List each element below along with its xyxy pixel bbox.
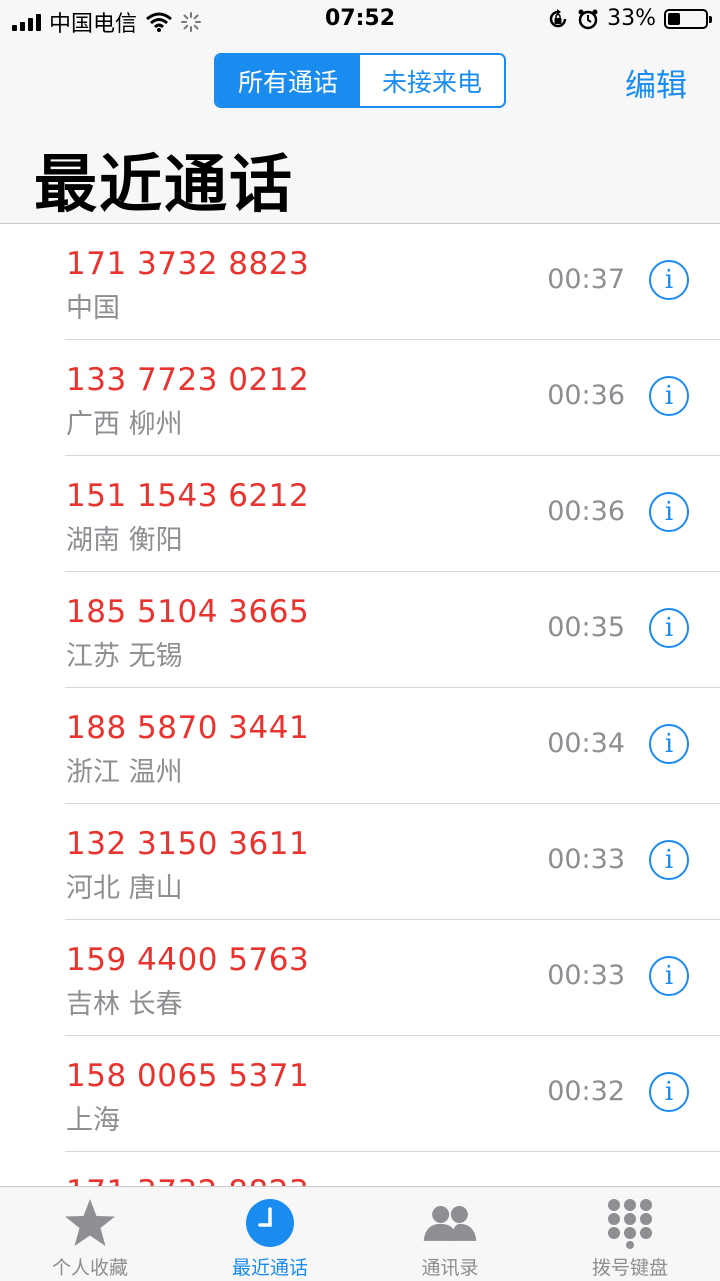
call-duration: 00:35 xyxy=(547,612,625,643)
call-number: 132 3150 3611 xyxy=(66,826,310,862)
tab-label: 个人收藏 xyxy=(51,1257,128,1279)
info-icon[interactable]: i xyxy=(649,724,689,764)
call-number: 158 0065 5371 xyxy=(66,1058,310,1094)
call-number: 151 1543 6212 xyxy=(66,478,310,514)
info-icon[interactable]: i xyxy=(649,608,689,648)
call-duration: 00:36 xyxy=(547,380,625,411)
info-icon[interactable]: i xyxy=(649,376,689,416)
call-row[interactable]: 151 1543 6212 湖南 衡阳 00:36 i xyxy=(0,456,720,572)
status-right: 33% xyxy=(547,6,712,31)
tab-label: 最近通话 xyxy=(231,1257,308,1279)
star-icon xyxy=(62,1197,118,1249)
call-location: 吉林 长春 xyxy=(66,989,183,1020)
call-duration: 00:37 xyxy=(547,264,625,295)
call-number: 171 3732 8823 xyxy=(66,246,310,282)
tab-recents[interactable]: 最近通话 xyxy=(180,1187,360,1281)
tab-label: 通讯录 xyxy=(421,1257,479,1279)
keypad-icon xyxy=(602,1197,658,1249)
tab-keypad[interactable]: 拨号键盘 xyxy=(540,1187,720,1281)
segment-all-calls[interactable]: 所有通话 xyxy=(216,55,360,106)
info-icon[interactable]: i xyxy=(649,492,689,532)
call-location: 中国 xyxy=(66,293,120,324)
call-number: 159 4400 5763 xyxy=(66,942,310,978)
call-row[interactable]: 188 5870 3441 浙江 温州 00:34 i xyxy=(0,688,720,804)
tab-contacts[interactable]: 通讯录 xyxy=(360,1187,540,1281)
call-location: 广西 柳州 xyxy=(66,409,183,440)
call-number: 133 7723 0212 xyxy=(66,362,310,398)
call-row[interactable]: 159 4400 5763 吉林 长春 00:33 i xyxy=(0,920,720,1036)
info-icon[interactable]: i xyxy=(649,260,689,300)
info-icon[interactable]: i xyxy=(649,1072,689,1112)
clock-icon xyxy=(242,1197,298,1249)
call-row[interactable]: 158 0065 5371 上海 00:32 i xyxy=(0,1036,720,1152)
call-duration: 00:32 xyxy=(547,1076,625,1107)
battery-fill xyxy=(668,12,680,25)
contacts-icon xyxy=(422,1197,478,1249)
tab-favorites[interactable]: 个人收藏 xyxy=(0,1187,180,1281)
call-filter-segmented-control: 所有通话 未接来电 xyxy=(214,53,506,108)
call-number: 185 5104 3665 xyxy=(66,594,310,630)
info-icon[interactable]: i xyxy=(649,956,689,996)
call-row[interactable]: 133 7723 0212 广西 柳州 00:36 i xyxy=(0,340,720,456)
call-duration: 00:33 xyxy=(547,960,625,991)
call-duration: 00:34 xyxy=(547,728,625,759)
call-duration: 00:33 xyxy=(547,844,625,875)
call-number: 188 5870 3441 xyxy=(66,710,310,746)
call-location: 河北 唐山 xyxy=(66,873,183,904)
call-row[interactable]: 185 5104 3665 江苏 无锡 00:35 i xyxy=(0,572,720,688)
call-row[interactable]: 171 3732 8823 xyxy=(0,1152,720,1186)
alarm-icon xyxy=(578,9,598,29)
tab-label: 拨号键盘 xyxy=(591,1257,668,1279)
tab-bar: 个人收藏 最近通话 通讯录 拨号键盘 xyxy=(0,1186,720,1281)
call-location: 江苏 无锡 xyxy=(66,641,183,672)
call-row[interactable]: 132 3150 3611 河北 唐山 00:33 i xyxy=(0,804,720,920)
call-location: 上海 xyxy=(66,1105,120,1136)
page-title: 最近通话 xyxy=(34,148,294,221)
edit-button[interactable]: 编辑 xyxy=(625,60,687,105)
call-location: 湖南 衡阳 xyxy=(66,525,183,556)
call-location: 浙江 温州 xyxy=(66,757,183,788)
info-icon[interactable]: i xyxy=(649,840,689,880)
nav-header: 所有通话 未接来电 编辑 最近通话 xyxy=(0,40,720,224)
battery-percent: 33% xyxy=(607,6,656,31)
segment-missed-calls[interactable]: 未接来电 xyxy=(360,55,504,106)
call-row[interactable]: 171 3732 8823 中国 00:37 i xyxy=(0,224,720,340)
status-bar: 中国电信 07:52 33% xyxy=(0,0,720,40)
battery-icon xyxy=(664,8,712,29)
orientation-lock-icon xyxy=(549,8,567,27)
recent-calls-list: 171 3732 8823 中国 00:37 i 133 7723 0212 广西 柳州 0… xyxy=(0,224,720,1186)
call-duration: 00:36 xyxy=(547,496,625,527)
call-number: 171 3732 8823 xyxy=(66,1174,309,1186)
